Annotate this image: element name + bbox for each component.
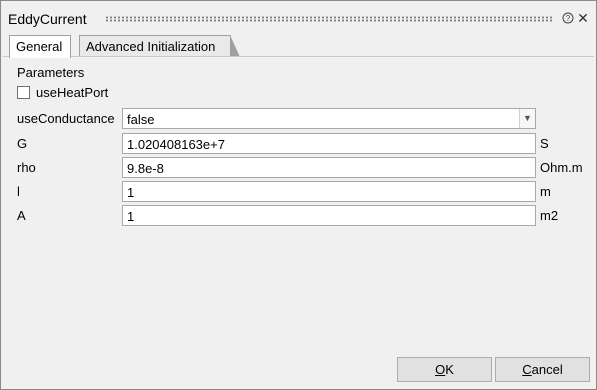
- title-bar[interactable]: EddyCurrent ? ✕: [1, 1, 596, 35]
- drag-grip[interactable]: [105, 16, 553, 22]
- cancel-label-rest: ancel: [531, 362, 563, 377]
- use-conductance-label: useConductance: [17, 111, 115, 126]
- param-label-l: l: [17, 184, 20, 199]
- use-heat-port-label: useHeatPort: [36, 85, 109, 100]
- param-unit-rho: Ohm.m: [540, 160, 583, 175]
- cancel-button[interactable]: Cancel: [495, 357, 590, 382]
- param-input-l[interactable]: 1: [122, 181, 536, 202]
- param-input-g[interactable]: 1.020408163e+7: [122, 133, 536, 154]
- param-row-g: G 1.020408163e+7 S: [1, 133, 596, 154]
- param-row-l: l 1 m: [1, 181, 596, 202]
- param-unit-g: S: [540, 136, 549, 151]
- tab-advanced-initialization[interactable]: Advanced Initialization: [79, 35, 240, 57]
- ok-label-rest: K: [445, 362, 454, 377]
- tab-general[interactable]: General: [9, 35, 71, 58]
- param-unit-l: m: [540, 184, 551, 199]
- help-icon-glyph: ?: [562, 12, 574, 24]
- svg-text:?: ?: [566, 14, 571, 23]
- dialog-window: EddyCurrent ? ✕ General Advanced Initial…: [0, 0, 597, 390]
- param-input-rho[interactable]: 9.8e-8: [122, 157, 536, 178]
- cancel-mnemonic: C: [522, 362, 532, 377]
- use-conductance-select[interactable]: false ▼: [122, 108, 536, 129]
- ok-button[interactable]: OK: [397, 357, 492, 382]
- param-row-rho: rho 9.8e-8 Ohm.m: [1, 157, 596, 178]
- chevron-down-icon[interactable]: ▼: [519, 109, 535, 128]
- use-conductance-row: useConductance false ▼: [1, 108, 596, 129]
- window-title: EddyCurrent: [8, 11, 87, 27]
- param-label-a: A: [17, 208, 26, 223]
- help-icon[interactable]: ?: [562, 12, 574, 24]
- param-unit-a: m2: [540, 208, 559, 223]
- close-icon[interactable]: ✕: [577, 11, 589, 25]
- tab-bar: General Advanced Initialization: [1, 35, 596, 58]
- param-input-a[interactable]: 1: [122, 205, 536, 226]
- use-conductance-value: false: [127, 112, 155, 127]
- param-label-g: G: [17, 136, 28, 151]
- ok-mnemonic: O: [435, 362, 446, 377]
- general-panel: Parameters useHeatPort useConductance fa…: [1, 57, 596, 347]
- parameters-heading: Parameters: [17, 65, 85, 80]
- param-label-rho: rho: [17, 160, 36, 175]
- use-heat-port-checkbox[interactable]: [17, 86, 30, 99]
- param-row-a: A 1 m2: [1, 205, 596, 226]
